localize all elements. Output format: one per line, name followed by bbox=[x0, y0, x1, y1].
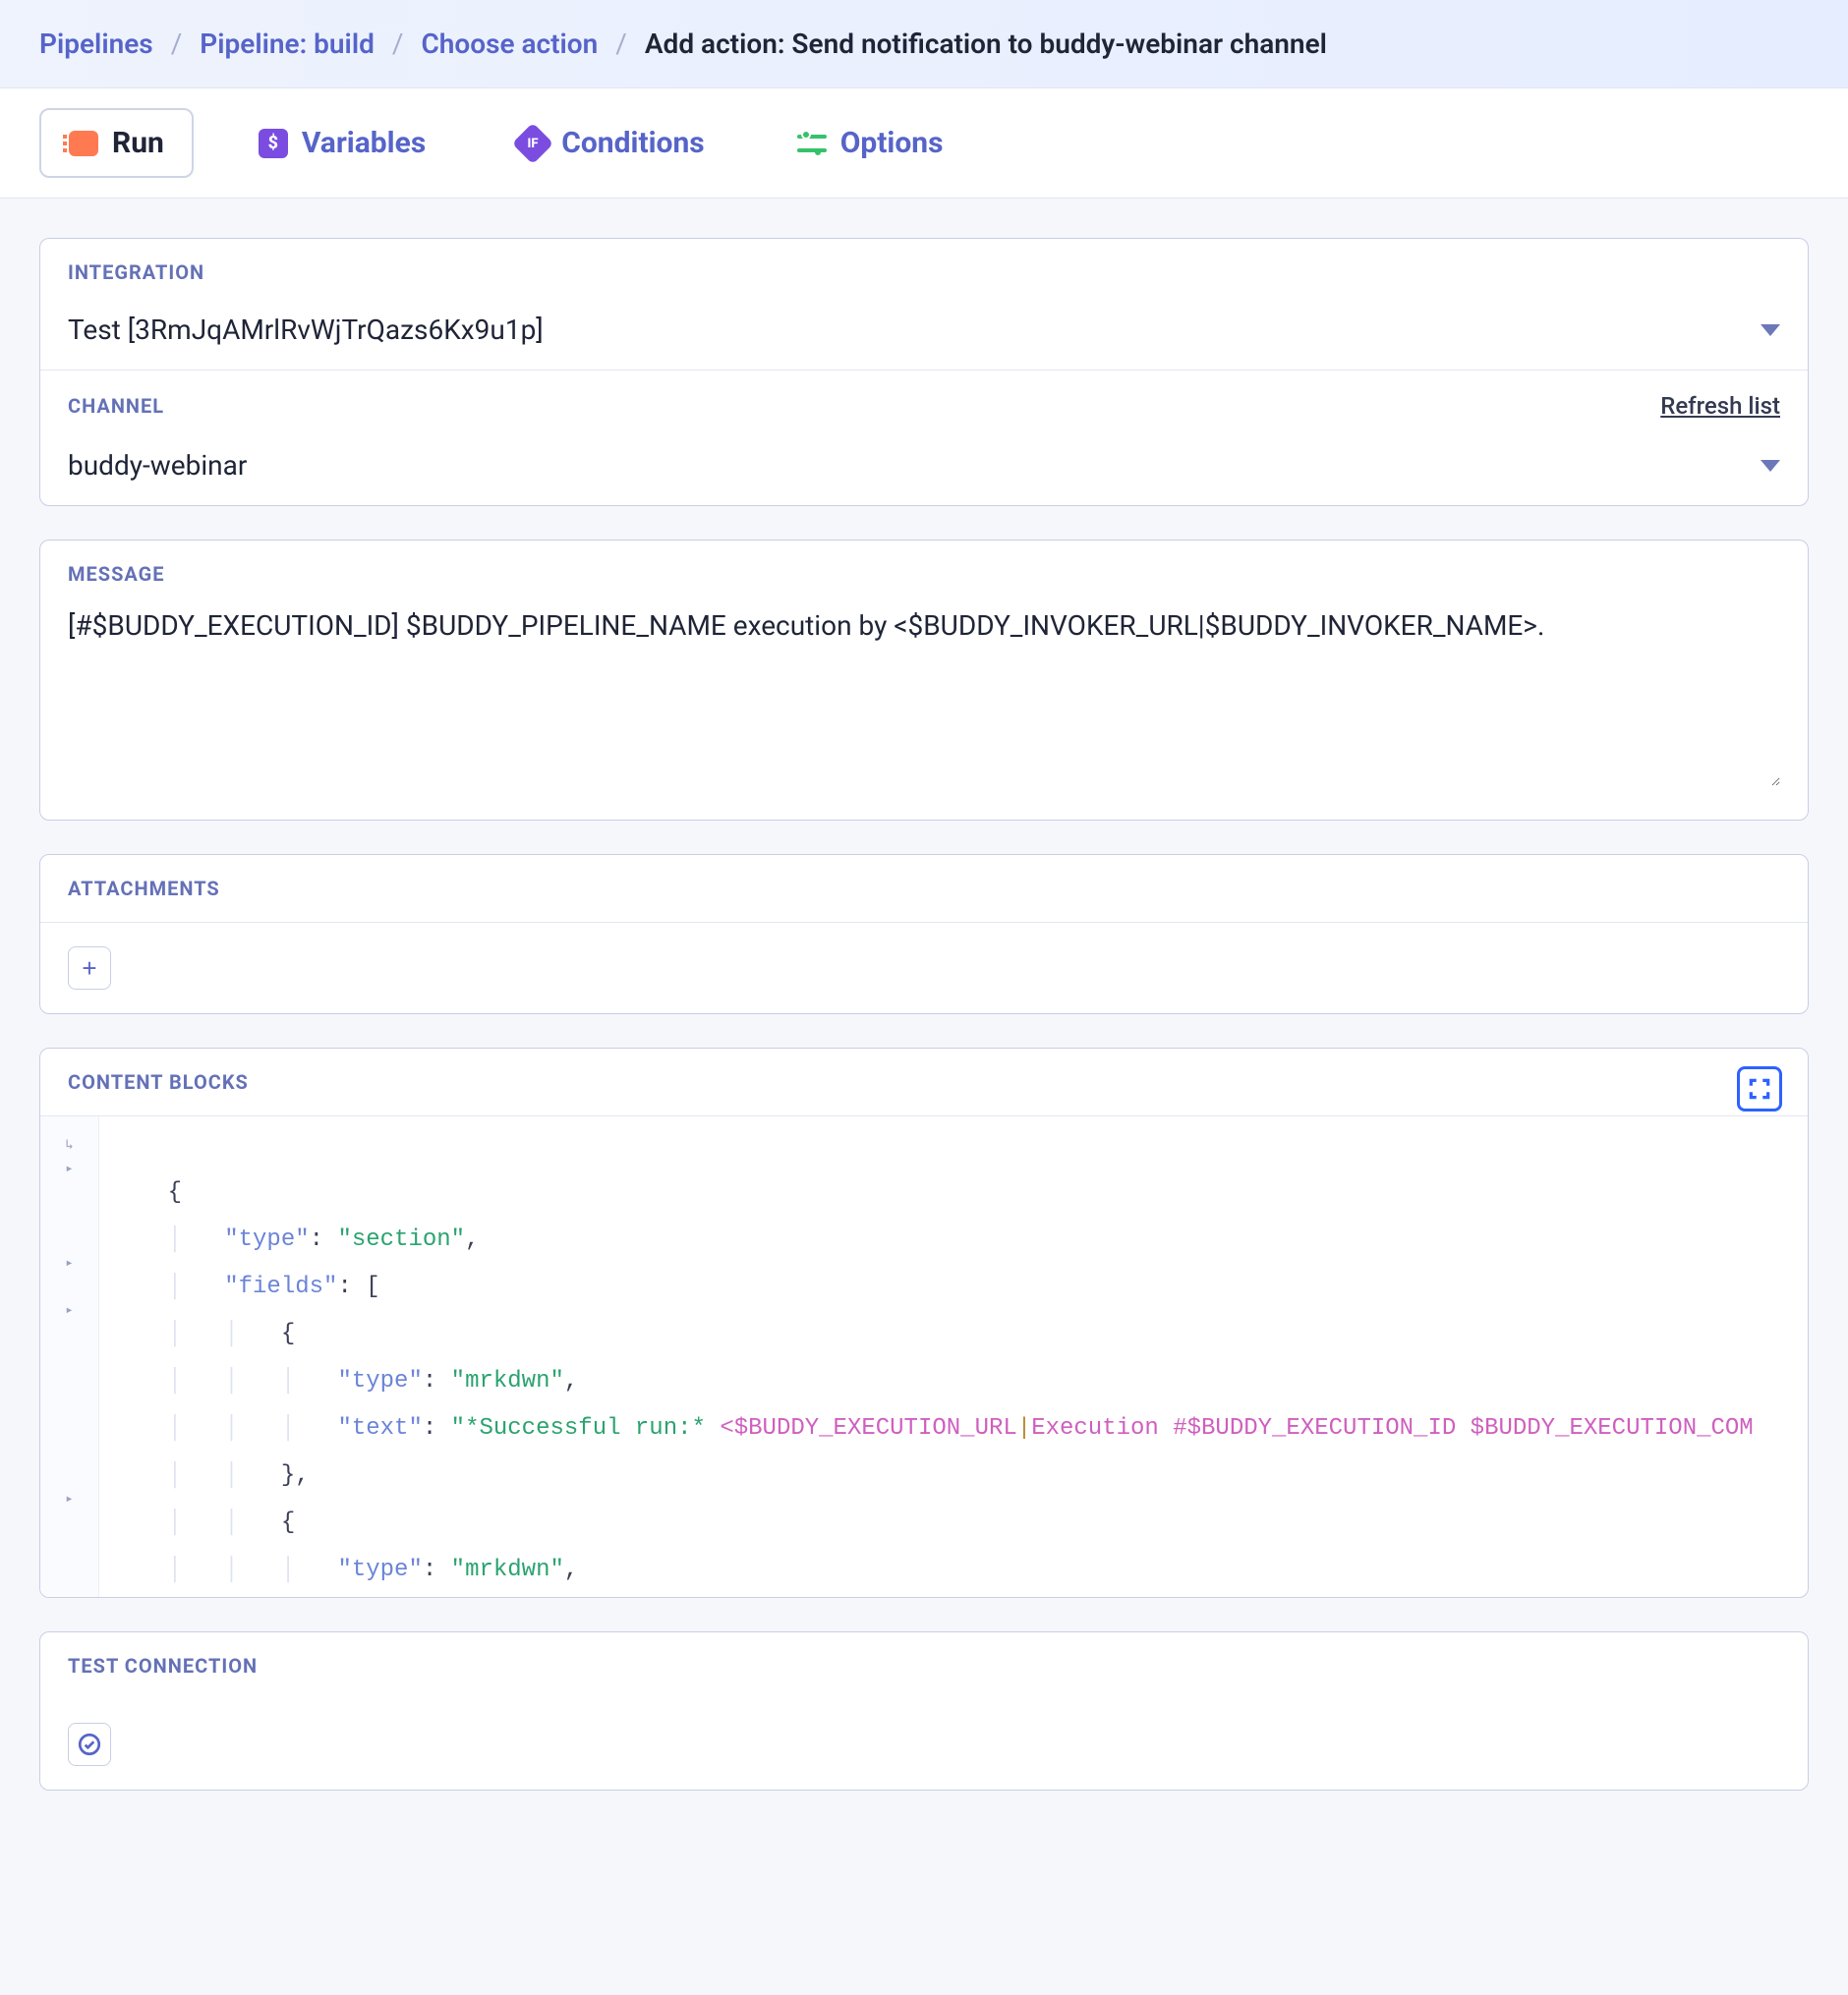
tab-run[interactable]: Run bbox=[39, 108, 194, 178]
run-icon bbox=[69, 129, 98, 158]
add-attachment-button[interactable]: + bbox=[68, 946, 111, 990]
content-blocks-panel: CONTENT BLOCKS ↳ ▸ ▸ ▸ ▸ { │ "type": "se… bbox=[39, 1048, 1809, 1598]
breadcrumb-sep: / bbox=[615, 28, 627, 60]
channel-label-row: CHANNEL Refresh list bbox=[40, 370, 1808, 426]
channel-label: CHANNEL bbox=[68, 394, 164, 418]
refresh-list-link[interactable]: Refresh list bbox=[1660, 392, 1780, 420]
editor-gutter: ↳ ▸ ▸ ▸ ▸ bbox=[40, 1116, 99, 1597]
chevron-down-icon bbox=[1761, 324, 1780, 336]
message-label: MESSAGE bbox=[40, 541, 1808, 592]
tab-options-label: Options bbox=[840, 126, 944, 160]
integration-channel-panel: INTEGRATION Test [3RmJqAMrlRvWjTrQazs6Kx… bbox=[39, 238, 1809, 506]
breadcrumb-pipeline-build[interactable]: Pipeline: build bbox=[200, 28, 375, 60]
breadcrumb-sep: / bbox=[392, 28, 404, 60]
integration-value: Test [3RmJqAMrlRvWjTrQazs6Kx9u1p] bbox=[68, 314, 544, 346]
channel-value: buddy-webinar bbox=[68, 449, 247, 482]
channel-select[interactable]: buddy-webinar bbox=[40, 426, 1808, 505]
options-icon bbox=[797, 129, 827, 158]
expand-editor-button[interactable] bbox=[1737, 1066, 1782, 1112]
check-circle-icon bbox=[77, 1732, 102, 1757]
test-connection-panel: TEST CONNECTION bbox=[39, 1631, 1809, 1791]
integration-label: INTEGRATION bbox=[40, 239, 1808, 290]
code-editor[interactable]: ↳ ▸ ▸ ▸ ▸ { │ "type": "section", │ "fiel… bbox=[40, 1115, 1808, 1597]
tab-options[interactable]: Options bbox=[770, 108, 971, 178]
tab-variables[interactable]: $ Variables bbox=[231, 108, 453, 178]
tab-variables-label: Variables bbox=[302, 126, 426, 160]
breadcrumb: Pipelines / Pipeline: build / Choose act… bbox=[0, 0, 1848, 88]
tab-conditions[interactable]: IF Conditions bbox=[491, 108, 731, 178]
tab-conditions-label: Conditions bbox=[561, 126, 704, 160]
chevron-down-icon bbox=[1761, 460, 1780, 472]
integration-select[interactable]: Test [3RmJqAMrlRvWjTrQazs6Kx9u1p] bbox=[40, 290, 1808, 370]
message-panel: MESSAGE bbox=[39, 540, 1809, 821]
breadcrumb-pipelines[interactable]: Pipelines bbox=[39, 28, 153, 60]
breadcrumb-current: Add action: Send notification to buddy-w… bbox=[645, 28, 1327, 60]
test-connection-button[interactable] bbox=[68, 1723, 111, 1766]
message-textarea[interactable] bbox=[68, 609, 1780, 786]
attachments-panel: ATTACHMENTS + bbox=[39, 854, 1809, 1014]
tabs: Run $ Variables IF Conditions Options bbox=[0, 88, 1848, 199]
plus-icon: + bbox=[82, 953, 96, 984]
attachments-label: ATTACHMENTS bbox=[40, 855, 1808, 923]
expand-icon bbox=[1747, 1076, 1772, 1102]
breadcrumb-sep: / bbox=[171, 28, 183, 60]
content-blocks-label: CONTENT BLOCKS bbox=[40, 1049, 1808, 1115]
test-connection-label: TEST CONNECTION bbox=[40, 1632, 1808, 1699]
editor-content: { │ "type": "section", │ "fields": [ │ │… bbox=[99, 1116, 1808, 1597]
conditions-icon: IF bbox=[518, 129, 548, 158]
breadcrumb-choose-action[interactable]: Choose action bbox=[421, 28, 598, 60]
tab-run-label: Run bbox=[112, 126, 164, 160]
variables-icon: $ bbox=[259, 129, 288, 158]
